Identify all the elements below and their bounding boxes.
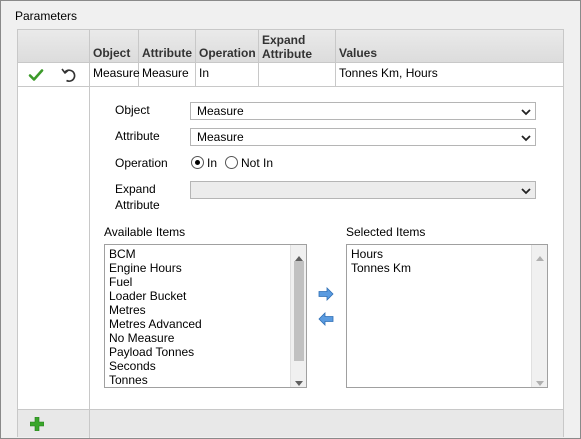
list-item[interactable]: Seconds	[105, 359, 306, 373]
panel-title: Parameters	[15, 9, 78, 23]
available-items-label: Available Items	[104, 225, 186, 239]
available-items-list[interactable]: BCM Engine Hours Fuel Loader Bucket Metr…	[104, 244, 307, 388]
attribute-select-value: Measure	[197, 130, 244, 144]
operation-radio-in-label[interactable]: In	[207, 156, 217, 170]
operation-radio-not-in[interactable]	[225, 156, 238, 169]
selected-items-label: Selected Items	[346, 225, 426, 239]
operation-radio-not-in-label[interactable]: Not In	[241, 156, 273, 170]
check-icon[interactable]	[28, 67, 44, 83]
row-values: Tonnes Km, Hours	[339, 66, 438, 80]
chevron-down-icon	[521, 106, 531, 116]
header-actions	[18, 30, 90, 63]
table-row[interactable]: Measure Measure In Tonnes Km, Hours	[18, 63, 563, 87]
grid-footer	[18, 409, 563, 438]
attribute-select[interactable]: Measure	[190, 128, 536, 146]
expand-attribute-select[interactable]	[190, 181, 536, 199]
list-item[interactable]: Fuel	[105, 275, 306, 289]
expand-attribute-label-line2: Attribute	[115, 198, 160, 212]
arrow-right-icon[interactable]	[318, 287, 334, 301]
header-object[interactable]: Object	[90, 30, 139, 63]
scroll-down-arrow-icon[interactable]	[295, 376, 303, 386]
radio-selected-dot	[195, 160, 200, 165]
header-expand-attribute[interactable]: Expand Attribute	[259, 30, 336, 63]
expand-attribute-label-line1: Expand	[115, 182, 156, 196]
selected-items-list[interactable]: Hours Tonnes Km	[346, 244, 548, 388]
list-item[interactable]: Loader Bucket	[105, 289, 306, 303]
grid-header: Object Attribute Operation Expand Attrib…	[18, 30, 563, 63]
list-item[interactable]: Metres	[105, 303, 306, 317]
scrollbar-thumb[interactable]	[294, 261, 304, 361]
object-select[interactable]: Measure	[190, 102, 536, 120]
row-actions	[18, 63, 90, 87]
operation-label: Operation	[115, 156, 168, 170]
row-operation: In	[196, 63, 259, 87]
scroll-down-arrow-icon[interactable]	[536, 376, 544, 386]
arrow-left-icon[interactable]	[318, 312, 334, 326]
list-item[interactable]: Payload Tonnes	[105, 345, 306, 359]
object-select-value: Measure	[197, 104, 244, 118]
parameters-grid: Object Attribute Operation Expand Attrib…	[17, 29, 564, 438]
chevron-down-icon	[521, 185, 531, 195]
operation-radio-in[interactable]	[191, 156, 204, 169]
scroll-up-arrow-icon[interactable]	[295, 250, 303, 261]
object-label: Object	[115, 103, 150, 117]
attribute-label: Attribute	[115, 129, 160, 143]
list-item[interactable]: Metres Advanced	[105, 317, 306, 331]
header-attribute[interactable]: Attribute	[139, 30, 196, 63]
chevron-down-icon	[521, 132, 531, 142]
undo-icon[interactable]	[60, 66, 78, 84]
footer-divider	[89, 410, 90, 438]
header-operation[interactable]: Operation	[196, 30, 259, 63]
list-item[interactable]: Hours	[347, 247, 547, 261]
row-detail-gutter	[18, 87, 90, 437]
list-item[interactable]: Engine Hours	[105, 261, 306, 275]
row-attribute: Measure	[139, 63, 196, 87]
available-scrollbar[interactable]	[290, 245, 306, 387]
list-item[interactable]: Tonnes	[105, 373, 306, 387]
scroll-up-arrow-icon[interactable]	[536, 250, 544, 261]
row-object: Measure	[90, 63, 140, 87]
list-item[interactable]: BCM	[105, 247, 306, 261]
plus-icon[interactable]	[29, 416, 45, 432]
list-item[interactable]: No Measure	[105, 331, 306, 345]
selected-scrollbar[interactable]	[531, 245, 547, 387]
list-item[interactable]: Tonnes Km	[347, 261, 547, 275]
row-expand-attribute	[259, 63, 336, 87]
parameters-panel: Parameters Object Attribute Operation Ex…	[0, 0, 581, 439]
header-values[interactable]: Values	[336, 30, 563, 63]
